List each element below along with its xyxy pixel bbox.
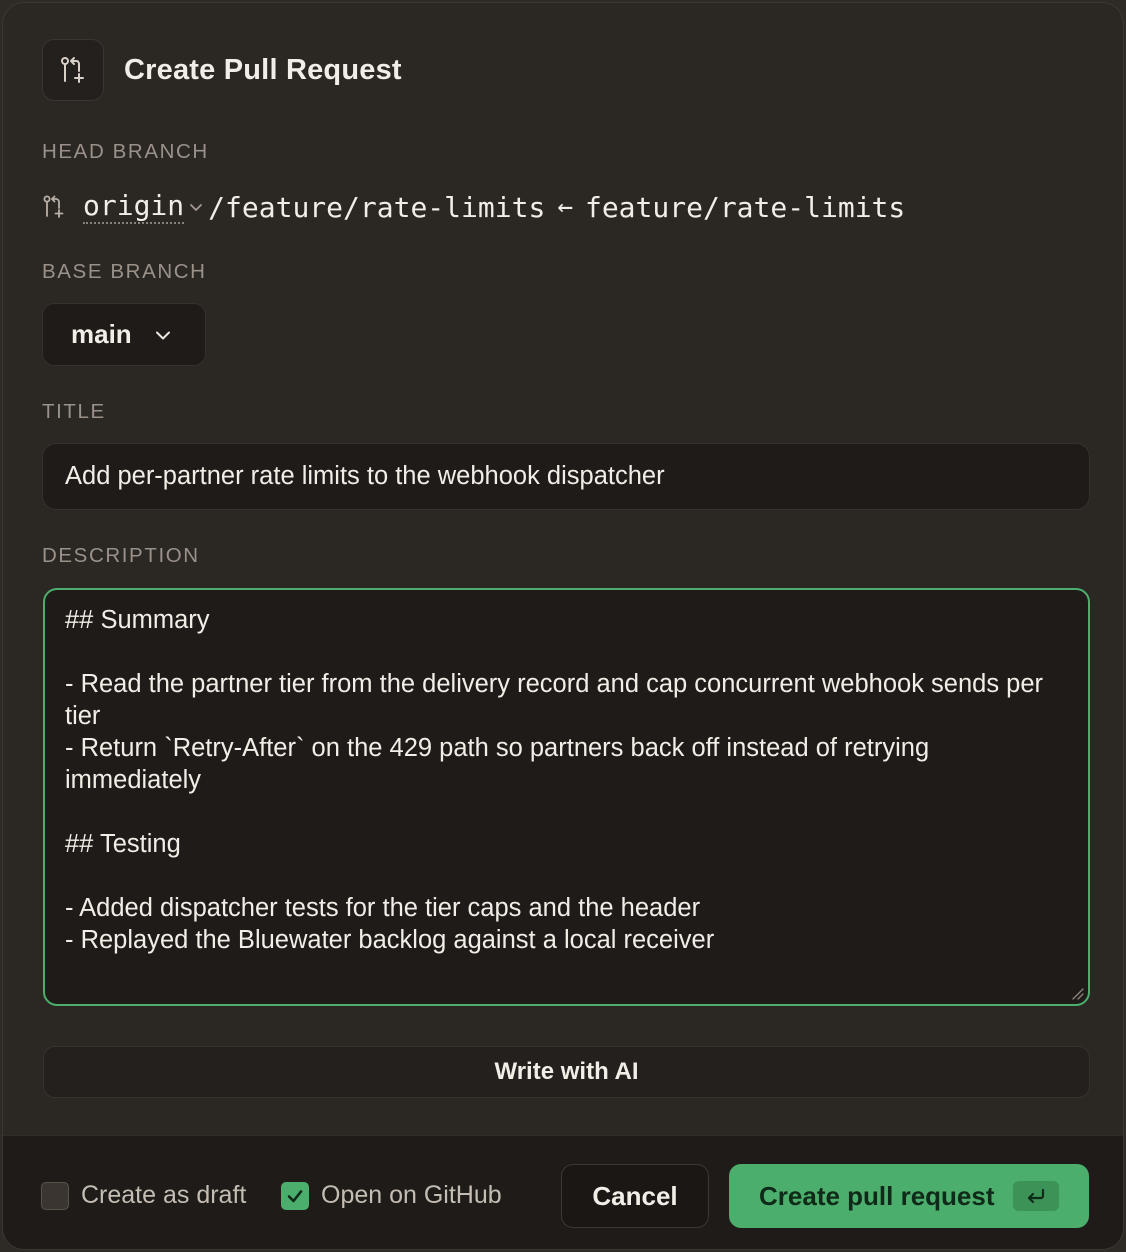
open-on-github-checkbox[interactable]: Open on GitHub	[281, 1181, 502, 1210]
resize-handle-icon[interactable]	[1070, 986, 1084, 1000]
cancel-button[interactable]: Cancel	[561, 1164, 709, 1228]
remote-branch-name: /feature/rate-limits	[208, 190, 546, 224]
description-line	[65, 796, 1068, 828]
dialog-title: Create Pull Request	[124, 53, 402, 86]
head-branch-label: HEAD BRANCH	[42, 140, 209, 163]
create-pull-request-button[interactable]: Create pull request	[729, 1164, 1089, 1228]
dialog-footer: Create as draft Open on GitHub Cancel Cr…	[3, 1135, 1123, 1249]
title-input[interactable]: Add per-partner rate limits to the webho…	[42, 443, 1090, 510]
chevron-down-icon	[188, 199, 204, 215]
head-branch-row: origin /feature/rate-limits ← feature/ra…	[41, 187, 905, 227]
title-label: TITLE	[42, 400, 106, 423]
open-on-github-label: Open on GitHub	[321, 1181, 502, 1209]
description-line: ## Testing	[65, 830, 181, 858]
create-as-draft-checkbox[interactable]: Create as draft	[41, 1181, 246, 1210]
dialog-header: Create Pull Request	[42, 39, 402, 101]
base-branch-select[interactable]: main	[42, 303, 206, 366]
write-with-ai-button[interactable]: Write with AI	[43, 1046, 1090, 1098]
base-branch-label: BASE BRANCH	[42, 260, 207, 283]
description-line: - Read the partner tier from the deliver…	[65, 670, 1051, 730]
chevron-down-icon	[154, 326, 172, 344]
description-line	[65, 860, 1068, 892]
create-pull-request-dialog: Create Pull Request HEAD BRANCH origin /…	[2, 2, 1124, 1250]
remote-selector[interactable]: origin	[83, 188, 208, 224]
base-branch-value: main	[71, 319, 132, 349]
checkmark-icon	[281, 1181, 309, 1210]
description-line: ## Summary	[65, 606, 210, 634]
git-pull-request-create-icon	[42, 39, 104, 101]
local-branch-name: feature/rate-limits	[584, 190, 906, 224]
description-label: DESCRIPTION	[42, 544, 200, 567]
arrow-left-icon: ←	[557, 192, 573, 222]
description-textarea[interactable]: ## Summary - Read the partner tier from …	[43, 588, 1090, 1006]
description-line	[65, 636, 1068, 668]
git-pull-request-icon	[41, 194, 67, 220]
description-line: - Added dispatcher tests for the tier ca…	[65, 894, 701, 922]
remote-name: origin	[83, 188, 185, 224]
enter-key-icon	[1012, 1181, 1059, 1211]
create-as-draft-label: Create as draft	[81, 1181, 247, 1209]
description-line: - Replayed the Bluewater backlog against…	[65, 926, 715, 954]
checkbox-unchecked	[41, 1181, 69, 1210]
description-line: - Return `Retry-After` on the 429 path s…	[65, 734, 937, 794]
create-pull-request-label: Create pull request	[759, 1180, 995, 1211]
